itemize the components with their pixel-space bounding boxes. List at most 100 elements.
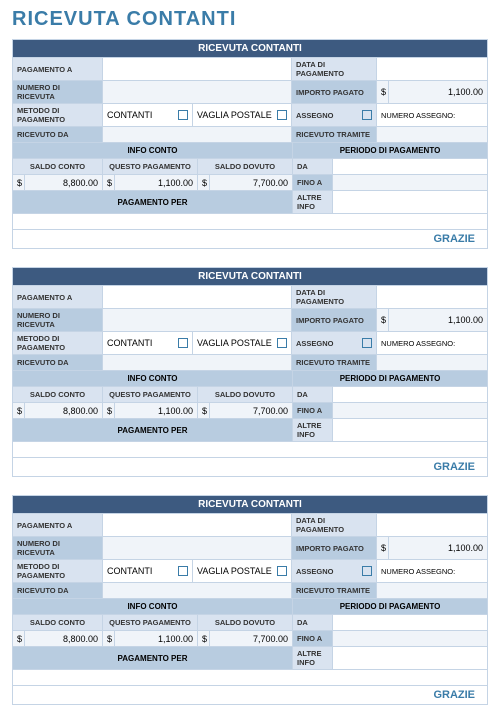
label-ricevuto-tramite: RICEVUTO TRAMITE bbox=[292, 583, 377, 598]
header-info-conto: INFO CONTO bbox=[13, 599, 293, 614]
label-ricevuto-tramite: RICEVUTO TRAMITE bbox=[292, 127, 377, 142]
label-da: DA bbox=[293, 387, 333, 402]
value-numero-ricevuta[interactable] bbox=[103, 537, 292, 559]
label-numero-assegno[interactable]: NUMERO ASSEGNO: bbox=[377, 332, 487, 354]
method-contanti: CONTANTI bbox=[103, 332, 193, 354]
value-ricevuto-tramite[interactable] bbox=[377, 583, 487, 598]
method-assegno: ASSEGNO bbox=[292, 332, 377, 354]
label-data-pagamento: DATA DI PAGAMENTO bbox=[292, 514, 377, 536]
method-assegno: ASSEGNO bbox=[292, 104, 377, 126]
page-title: RICEVUTA CONTANTI bbox=[0, 0, 500, 35]
currency-questo-pagamento: $ bbox=[103, 631, 115, 646]
checkbox-contanti[interactable] bbox=[178, 338, 188, 348]
currency-saldo-dovuto: $ bbox=[198, 631, 210, 646]
value-pagamento-per[interactable] bbox=[13, 442, 487, 457]
value-da[interactable] bbox=[333, 159, 487, 174]
receipt-title-bar: RICEVUTA CONTANTI bbox=[13, 268, 487, 285]
checkbox-vaglia[interactable] bbox=[277, 338, 287, 348]
value-pagamento-per[interactable] bbox=[13, 214, 487, 229]
checkbox-vaglia[interactable] bbox=[277, 566, 287, 576]
value-ricevuto-da[interactable] bbox=[103, 355, 292, 370]
value-fino-a[interactable] bbox=[333, 631, 487, 646]
value-da[interactable] bbox=[333, 387, 487, 402]
currency-questo-pagamento: $ bbox=[103, 403, 115, 418]
label-numero-assegno[interactable]: NUMERO ASSEGNO: bbox=[377, 560, 487, 582]
label-altre-info: ALTRE INFO bbox=[293, 647, 333, 669]
checkbox-assegno[interactable] bbox=[362, 338, 372, 348]
value-data-pagamento[interactable] bbox=[377, 58, 487, 80]
value-data-pagamento[interactable] bbox=[377, 286, 487, 308]
header-pagamento-per: PAGAMENTO PER bbox=[13, 647, 293, 669]
label-metodo-pagamento: METODO DI PAGAMENTO bbox=[13, 104, 103, 126]
value-pagamento-per[interactable] bbox=[13, 670, 487, 685]
value-ricevuto-tramite[interactable] bbox=[377, 127, 487, 142]
header-periodo-pagamento: PERIODO DI PAGAMENTO bbox=[293, 143, 487, 158]
header-periodo-pagamento: PERIODO DI PAGAMENTO bbox=[293, 371, 487, 386]
label-contanti: CONTANTI bbox=[107, 110, 152, 120]
thanks-text: GRAZIE bbox=[13, 229, 487, 248]
label-vaglia: VAGLIA POSTALE bbox=[197, 110, 272, 120]
label-importo-pagato: IMPORTO PAGATO bbox=[292, 537, 377, 559]
currency-symbol: $ bbox=[377, 537, 389, 559]
currency-saldo-conto: $ bbox=[13, 403, 25, 418]
label-numero-ricevuta: NUMERO DI RICEVUTA bbox=[13, 309, 103, 331]
value-data-pagamento[interactable] bbox=[377, 514, 487, 536]
label-vaglia: VAGLIA POSTALE bbox=[197, 338, 272, 348]
value-pagamento-a[interactable] bbox=[103, 514, 292, 536]
label-numero-assegno[interactable]: NUMERO ASSEGNO: bbox=[377, 104, 487, 126]
label-assegno: ASSEGNO bbox=[296, 339, 334, 348]
value-numero-ricevuta[interactable] bbox=[103, 81, 292, 103]
value-ricevuto-da[interactable] bbox=[103, 127, 292, 142]
label-ricevuto-da: RICEVUTO DA bbox=[13, 127, 103, 142]
value-fino-a[interactable] bbox=[333, 403, 487, 418]
label-ricevuto-tramite: RICEVUTO TRAMITE bbox=[292, 355, 377, 370]
value-questo-pagamento: 1,100.00 bbox=[115, 403, 198, 418]
currency-saldo-conto: $ bbox=[13, 631, 25, 646]
value-ricevuto-tramite[interactable] bbox=[377, 355, 487, 370]
value-importo-pagato: 1,100.00 bbox=[389, 309, 487, 331]
value-questo-pagamento: 1,100.00 bbox=[115, 175, 198, 190]
receipt-block: RICEVUTA CONTANTI PAGAMENTO A DATA DI PA… bbox=[12, 39, 488, 249]
value-altre-info[interactable] bbox=[333, 191, 487, 213]
method-contanti: CONTANTI bbox=[103, 104, 193, 126]
receipt-block: RICEVUTA CONTANTI PAGAMENTO A DATA DI PA… bbox=[12, 267, 488, 477]
label-metodo-pagamento: METODO DI PAGAMENTO bbox=[13, 560, 103, 582]
label-saldo-conto: SALDO CONTO bbox=[13, 615, 103, 630]
value-fino-a[interactable] bbox=[333, 175, 487, 190]
checkbox-assegno[interactable] bbox=[362, 110, 372, 120]
label-saldo-conto: SALDO CONTO bbox=[13, 159, 103, 174]
value-altre-info[interactable] bbox=[333, 419, 487, 441]
label-numero-ricevuta: NUMERO DI RICEVUTA bbox=[13, 537, 103, 559]
currency-symbol: $ bbox=[377, 309, 389, 331]
header-periodo-pagamento: PERIODO DI PAGAMENTO bbox=[293, 599, 487, 614]
label-vaglia: VAGLIA POSTALE bbox=[197, 566, 272, 576]
currency-saldo-dovuto: $ bbox=[198, 175, 210, 190]
checkbox-contanti[interactable] bbox=[178, 566, 188, 576]
label-data-pagamento: DATA DI PAGAMENTO bbox=[292, 58, 377, 80]
checkbox-vaglia[interactable] bbox=[277, 110, 287, 120]
value-pagamento-a[interactable] bbox=[103, 286, 292, 308]
label-pagamento-a: PAGAMENTO A bbox=[13, 58, 103, 80]
method-vaglia: VAGLIA POSTALE bbox=[193, 332, 292, 354]
checkbox-assegno[interactable] bbox=[362, 566, 372, 576]
label-pagamento-a: PAGAMENTO A bbox=[13, 286, 103, 308]
currency-symbol: $ bbox=[377, 81, 389, 103]
value-pagamento-a[interactable] bbox=[103, 58, 292, 80]
value-ricevuto-da[interactable] bbox=[103, 583, 292, 598]
header-info-conto: INFO CONTO bbox=[13, 371, 293, 386]
method-vaglia: VAGLIA POSTALE bbox=[193, 560, 292, 582]
value-altre-info[interactable] bbox=[333, 647, 487, 669]
label-saldo-dovuto: SALDO DOVUTO bbox=[198, 159, 293, 174]
label-numero-ricevuta: NUMERO DI RICEVUTA bbox=[13, 81, 103, 103]
value-numero-ricevuta[interactable] bbox=[103, 309, 292, 331]
receipt-block: RICEVUTA CONTANTI PAGAMENTO A DATA DI PA… bbox=[12, 495, 488, 705]
label-saldo-dovuto: SALDO DOVUTO bbox=[198, 615, 293, 630]
label-assegno: ASSEGNO bbox=[296, 567, 334, 576]
method-vaglia: VAGLIA POSTALE bbox=[193, 104, 292, 126]
label-fino-a: FINO A bbox=[293, 175, 333, 190]
thanks-text: GRAZIE bbox=[13, 457, 487, 476]
value-da[interactable] bbox=[333, 615, 487, 630]
label-contanti: CONTANTI bbox=[107, 566, 152, 576]
value-saldo-conto: 8,800.00 bbox=[25, 403, 103, 418]
checkbox-contanti[interactable] bbox=[178, 110, 188, 120]
